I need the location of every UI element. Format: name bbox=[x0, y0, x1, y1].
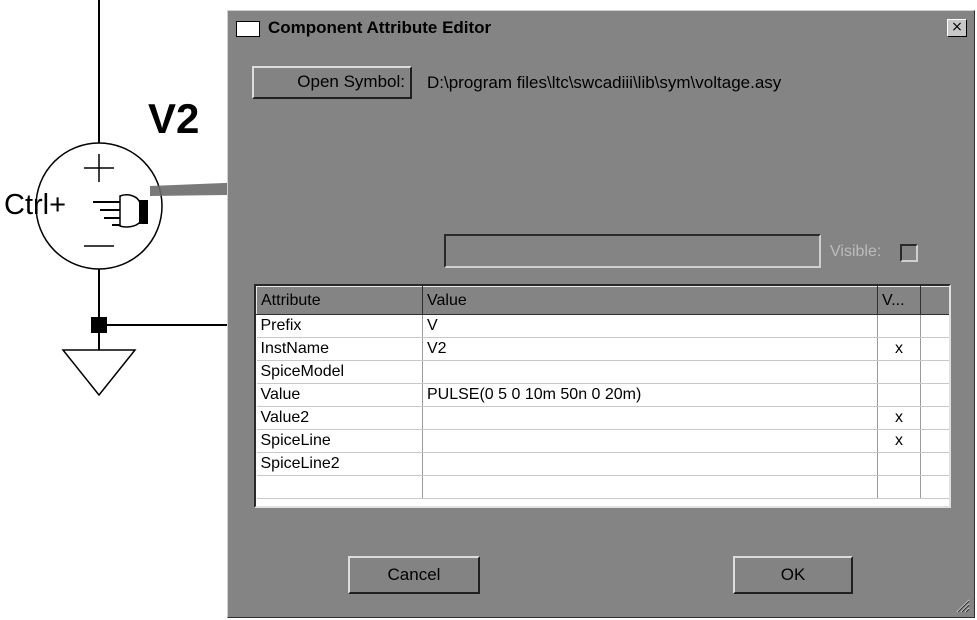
table-row[interactable]: SpiceModel bbox=[256, 360, 949, 384]
cell-value[interactable]: V bbox=[422, 314, 878, 338]
attribute-value-input[interactable] bbox=[444, 234, 821, 268]
cell-attribute[interactable]: Prefix bbox=[256, 314, 423, 338]
cell-visible[interactable] bbox=[877, 383, 921, 407]
cell-value[interactable] bbox=[422, 475, 878, 499]
cell-value[interactable] bbox=[422, 429, 878, 453]
close-button[interactable]: × bbox=[947, 19, 967, 37]
visible-label: Visible: bbox=[830, 243, 882, 260]
cell-visible[interactable] bbox=[877, 452, 921, 476]
cell-attribute[interactable]: Value2 bbox=[256, 406, 423, 430]
cell-visible[interactable] bbox=[877, 314, 921, 338]
cancel-button[interactable]: Cancel bbox=[348, 556, 480, 594]
cell-value[interactable] bbox=[422, 360, 878, 384]
column-header-visible[interactable]: V... bbox=[877, 286, 921, 315]
visible-checkbox[interactable] bbox=[900, 244, 918, 262]
ok-button[interactable]: OK bbox=[733, 556, 853, 594]
column-header-value[interactable]: Value bbox=[422, 286, 878, 315]
cell-visible[interactable]: x bbox=[877, 429, 921, 453]
symbol-path: D:\program files\ltc\swcadiii\lib\sym\vo… bbox=[427, 73, 782, 92]
cell-attribute[interactable]: SpiceModel bbox=[256, 360, 423, 384]
table-row[interactable]: SpiceLine2 bbox=[256, 452, 949, 476]
table-row[interactable]: InstName V2 x bbox=[256, 337, 949, 361]
ground-icon bbox=[61, 349, 137, 397]
cell-attribute[interactable]: SpiceLine2 bbox=[256, 452, 423, 476]
cell-value[interactable]: V2 bbox=[422, 337, 878, 361]
cell-value[interactable]: PULSE(0 5 0 10m 50n 0 20m) bbox=[422, 383, 878, 407]
attribute-table[interactable]: Attribute Value V... Prefix V InstName V… bbox=[254, 284, 951, 508]
cell-visible[interactable] bbox=[877, 475, 921, 499]
cell-attribute[interactable] bbox=[256, 475, 423, 499]
column-header-attribute[interactable]: Attribute bbox=[256, 286, 423, 315]
cell-value[interactable] bbox=[422, 452, 878, 476]
component-name: V2 bbox=[148, 95, 200, 142]
title-bar[interactable]: Component Attribute Editor × bbox=[231, 14, 971, 42]
dialog-title: Component Attribute Editor bbox=[268, 18, 492, 37]
ctrl-hint: Ctrl+ bbox=[4, 189, 67, 221]
table-header-row: Attribute Value V... bbox=[256, 286, 949, 315]
open-symbol-button[interactable]: Open Symbol: bbox=[252, 66, 412, 99]
resize-grip-icon[interactable] bbox=[954, 597, 970, 613]
cell-visible[interactable] bbox=[877, 360, 921, 384]
junction-dot bbox=[91, 317, 107, 333]
column-header-spacer bbox=[920, 286, 949, 315]
table-row[interactable] bbox=[256, 475, 949, 499]
attribute-editor-dialog: Component Attribute Editor × Open Symbol… bbox=[227, 10, 975, 618]
table-row[interactable]: Value PULSE(0 5 0 10m 50n 0 20m) bbox=[256, 383, 949, 407]
cell-visible[interactable]: x bbox=[877, 406, 921, 430]
cell-attribute[interactable]: InstName bbox=[256, 337, 423, 361]
cell-attribute[interactable]: Value bbox=[256, 383, 423, 407]
cell-value[interactable] bbox=[422, 406, 878, 430]
cell-attribute[interactable]: SpiceLine bbox=[256, 429, 423, 453]
table-row[interactable]: Value2 x bbox=[256, 406, 949, 430]
cell-visible[interactable]: x bbox=[877, 337, 921, 361]
table-row[interactable]: Prefix V bbox=[256, 314, 949, 338]
window-icon[interactable] bbox=[236, 21, 260, 37]
table-row[interactable]: SpiceLine x bbox=[256, 429, 949, 453]
